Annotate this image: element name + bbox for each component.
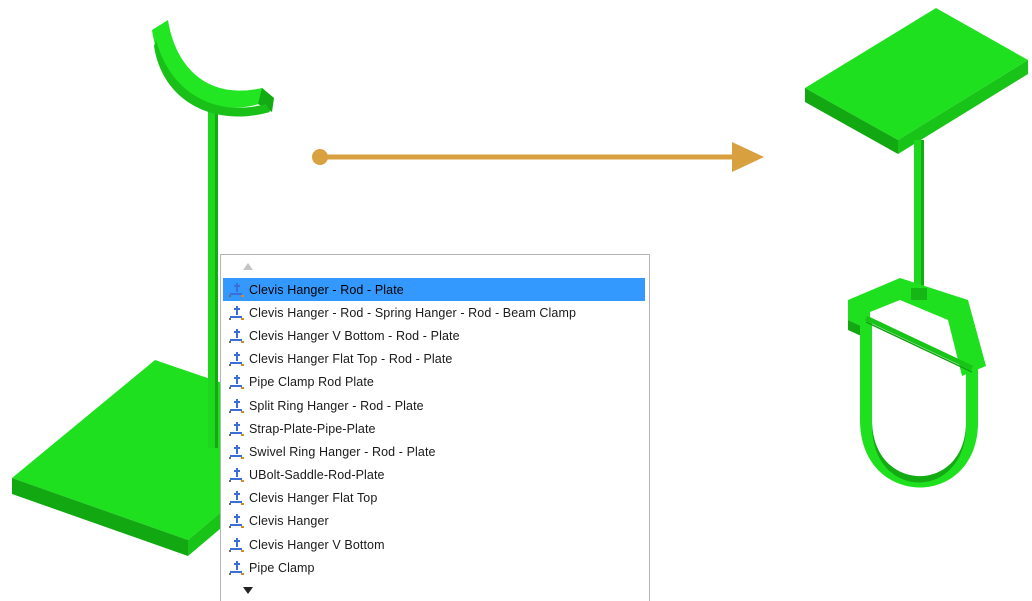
dropdown-option-label: UBolt-Saddle-Rod-Plate [249,468,385,483]
scroll-up-button[interactable] [243,261,253,271]
dropdown-option-label: Clevis Hanger Flat Top [249,491,378,506]
dropdown-option-label: Clevis Hanger [249,514,329,529]
hanger-assembly-icon [228,282,246,298]
assembly-dropdown-list[interactable]: Clevis Hanger - Rod - Plate Clevis Hanger… [220,254,650,601]
scroll-down-button[interactable] [243,585,253,595]
hanger-assembly-icon [228,421,246,437]
dropdown-option-label: Clevis Hanger - Rod - Spring Hanger - Ro… [249,305,577,320]
dropdown-option-label: Clevis Hanger Flat Top - Rod - Plate [249,352,453,367]
dropdown-option[interactable]: Clevis Hanger - Rod - Plate [223,278,645,302]
dropdown-option[interactable]: Clevis Hanger [223,510,645,533]
triangle-down-icon [243,586,253,594]
hanger-assembly-icon [228,305,246,321]
dropdown-option[interactable]: Clevis Hanger V Bottom [223,533,645,556]
dropdown-option[interactable]: Clevis Hanger - Rod - Spring Hanger - Ro… [223,301,645,324]
right-support-model [805,8,1028,488]
dropdown-option-label: Clevis Hanger - Rod - Plate [249,282,404,297]
assembly-options: Clevis Hanger - Rod - Plate Clevis Hanger… [223,278,645,579]
hanger-assembly-icon [228,374,246,390]
dropdown-option-label: Clevis Hanger V Bottom - Rod - Plate [249,328,460,343]
hanger-assembly-icon [228,398,246,414]
hanger-assembly-icon [228,467,246,483]
hanger-assembly-icon [228,490,246,506]
dropdown-option[interactable]: Swivel Ring Hanger - Rod - Plate [223,440,645,463]
dropdown-option[interactable]: Pipe Clamp [223,556,645,579]
dropdown-option-label: Clevis Hanger V Bottom [249,537,385,552]
hanger-assembly-icon [228,444,246,460]
dropdown-option-label: Pipe Clamp [249,560,315,575]
dropdown-option[interactable]: Clevis Hanger V Bottom - Rod - Plate [223,324,645,347]
hanger-assembly-icon [228,560,246,576]
dropdown-option-label: Pipe Clamp Rod Plate [249,375,374,390]
arrow-head [732,142,764,172]
hanger-assembly-icon [228,351,246,367]
dropdown-option[interactable]: Clevis Hanger Flat Top - Rod - Plate [223,348,645,371]
dropdown-option-label: Swivel Ring Hanger - Rod - Plate [249,444,436,459]
dropdown-option-label: Strap-Plate-Pipe-Plate [249,421,376,436]
dropdown-option[interactable]: Split Ring Hanger - Rod - Plate [223,394,645,417]
hanger-assembly-icon [228,513,246,529]
dropdown-option[interactable]: Clevis Hanger Flat Top [223,487,645,510]
left-saddle [152,20,274,108]
hanger-assembly-icon [228,328,246,344]
dropdown-option[interactable]: Strap-Plate-Pipe-Plate [223,417,645,440]
dropdown-option[interactable]: UBolt-Saddle-Rod-Plate [223,464,645,487]
hanger-assembly-icon [228,537,246,553]
transition-arrow [312,142,764,172]
dropdown-option-label: Split Ring Hanger - Rod - Plate [249,398,424,413]
dropdown-option[interactable]: Pipe Clamp Rod Plate [223,371,645,394]
triangle-up-icon [243,262,253,270]
